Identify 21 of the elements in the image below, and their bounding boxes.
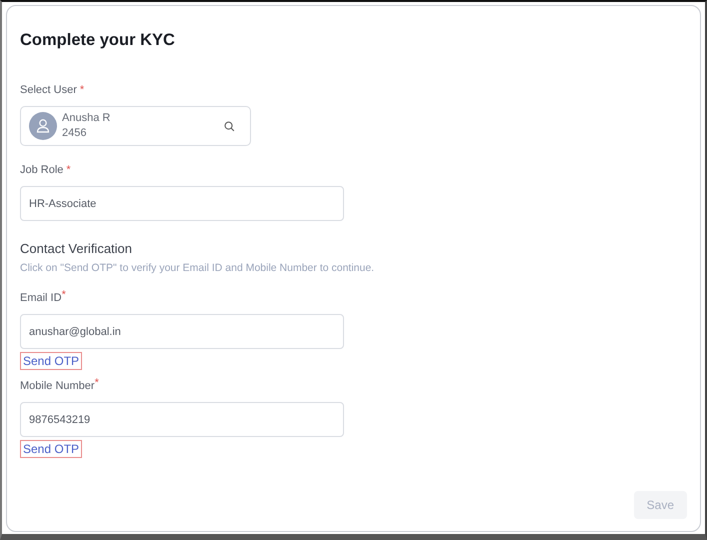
required-mark: * xyxy=(66,164,71,176)
field-label: Job Role xyxy=(20,164,64,176)
text-field[interactable]: anushar@global.in xyxy=(20,314,344,349)
send-otp-link[interactable]: Send OTP xyxy=(20,352,82,370)
user-select-field[interactable]: Anusha R 2456 xyxy=(20,106,251,146)
search-icon[interactable] xyxy=(224,120,235,132)
user-avatar-icon xyxy=(29,112,57,140)
user-id: 2456 xyxy=(62,126,88,141)
field-label: Mobile Number xyxy=(20,380,95,392)
user-name: Anusha R xyxy=(62,111,112,126)
send-otp-link[interactable]: Send OTP xyxy=(20,440,82,458)
required-mark: * xyxy=(62,289,66,303)
text-field[interactable]: 9876543219 xyxy=(20,402,344,437)
required-mark: * xyxy=(94,377,99,391)
field-label: Select User xyxy=(20,84,77,96)
form-title: Complete your KYC xyxy=(20,31,175,50)
job-role-field[interactable]: HR-Associate xyxy=(20,186,344,221)
field-label: Email ID xyxy=(20,292,62,304)
section-hint: Click on "Send OTP" to verify your Email ID and Mobile Number to continue. xyxy=(20,262,374,274)
section-heading: Contact Verification xyxy=(20,241,132,256)
required-mark: * xyxy=(80,84,84,96)
